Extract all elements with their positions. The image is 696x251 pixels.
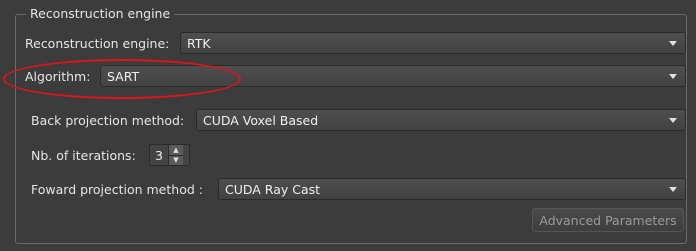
iterations-spinbox[interactable]: 3 ▲ ▼ — [149, 144, 190, 166]
back-projection-row: Back projection method: — [31, 108, 184, 132]
forward-projection-combobox[interactable]: CUDA Ray Cast — [218, 178, 686, 200]
forward-projection-label: Foward projection method : — [31, 181, 203, 197]
dropdown-arrow-icon — [669, 74, 677, 79]
engine-row: Reconstruction engine: — [25, 31, 169, 55]
iterations-value: 3 — [155, 147, 163, 163]
algorithm-row: Algorithm: — [25, 64, 90, 88]
algorithm-combobox[interactable]: SART — [100, 65, 686, 87]
group-title: Reconstruction engine — [26, 5, 175, 23]
iterations-row: Nb. of iterations: — [31, 143, 136, 167]
engine-combobox[interactable]: RTK — [180, 32, 686, 54]
iterations-label: Nb. of iterations: — [31, 147, 136, 163]
algorithm-value: SART — [107, 68, 140, 84]
engine-value: RTK — [187, 35, 211, 51]
engine-label: Reconstruction engine: — [25, 35, 170, 51]
forward-projection-value: CUDA Ray Cast — [225, 181, 321, 197]
back-projection-label: Back projection method: — [31, 112, 185, 128]
spin-up-icon[interactable]: ▲ — [168, 145, 183, 156]
back-projection-combobox[interactable]: CUDA Voxel Based — [196, 109, 686, 131]
dropdown-arrow-icon — [669, 187, 677, 192]
spin-down-icon[interactable]: ▼ — [168, 155, 183, 165]
algorithm-label: Algorithm: — [25, 68, 91, 84]
dropdown-arrow-icon — [669, 118, 677, 123]
back-projection-value: CUDA Voxel Based — [203, 112, 319, 128]
forward-projection-row: Foward projection method : — [31, 177, 203, 201]
advanced-parameters-button[interactable]: Advanced Parameters — [532, 208, 684, 232]
dropdown-arrow-icon — [669, 41, 677, 46]
